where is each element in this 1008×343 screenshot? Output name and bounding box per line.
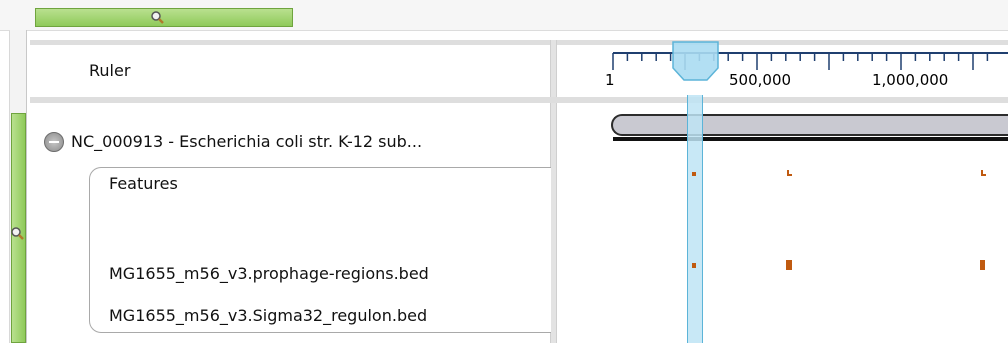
ruler[interactable]: 1 500,000 1,000,000: [557, 40, 1008, 100]
horizontal-scroll-thumb[interactable]: [35, 8, 293, 27]
feature-mark[interactable]: [980, 260, 985, 270]
vertical-scroll-thumb[interactable]: [11, 113, 26, 343]
zoom-icon: [151, 11, 164, 24]
feature-mark[interactable]: [786, 260, 792, 270]
collapse-minus-icon[interactable]: [44, 132, 64, 152]
sequence-track-label[interactable]: NC_000913 - Escherichia coli str. K-12 s…: [71, 132, 422, 152]
chromosome-underline: [613, 137, 1008, 141]
ruler-tick-label: 1,000,000: [872, 71, 948, 89]
ruler-tick-label: 500,000: [729, 71, 791, 89]
feature-mark[interactable]: [692, 172, 696, 176]
zoom-icon: [11, 227, 24, 240]
column-divider[interactable]: [550, 40, 557, 343]
feature-track-label[interactable]: MG1655_m56_v3.prophage-regions.bed: [109, 264, 429, 284]
feature-mark[interactable]: [787, 174, 792, 176]
feature-mark[interactable]: [692, 263, 696, 268]
left-edge: [0, 0, 10, 343]
chromosome-bar: [611, 114, 1008, 136]
viewport-handle[interactable]: [672, 41, 719, 81]
ruler-tick-label: 1: [605, 71, 615, 89]
features-group-label: Features: [109, 174, 178, 193]
feature-mark[interactable]: [981, 174, 986, 176]
ruler-track-label: Ruler: [89, 61, 131, 80]
viewport-indicator[interactable]: [687, 95, 703, 343]
feature-track-label[interactable]: MG1655_m56_v3.Sigma32_regulon.bed: [109, 306, 427, 326]
